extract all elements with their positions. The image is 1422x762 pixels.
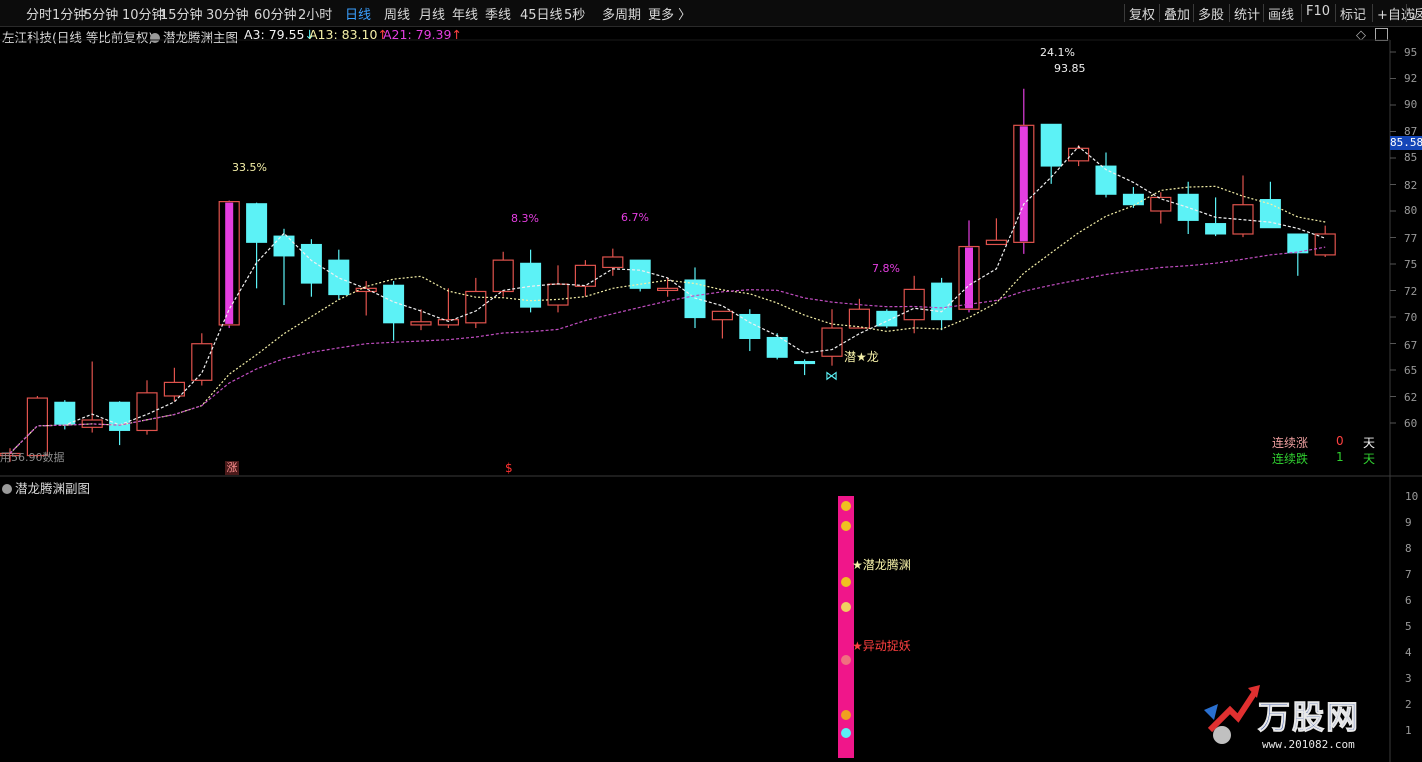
streak-up-count: 0 [1336, 434, 1344, 448]
price-tick-label: 80 [1404, 204, 1418, 217]
candle-body-up [574, 264, 597, 287]
ball-icon [841, 710, 851, 720]
candle-body-down [1095, 165, 1117, 195]
price-tick-label: 90 [1404, 98, 1418, 111]
candle-body-up [903, 288, 925, 321]
sub-tick-label: 7 [1405, 568, 1412, 581]
candle-body-down [109, 401, 131, 431]
fan-icon [841, 655, 851, 665]
streak-down-unit: 天 [1363, 452, 1376, 466]
sub-tick-label: 5 [1405, 620, 1412, 633]
peak2-price-label: 93.85 [1054, 62, 1086, 75]
sub-tick-label: 8 [1405, 542, 1412, 555]
candle-body-down [54, 401, 76, 425]
candle-body-up [656, 287, 679, 292]
candle-body-up [547, 283, 569, 306]
streak-down-count: 1 [1336, 450, 1344, 464]
candle-body-up [711, 310, 734, 321]
butterfly-icon: ⋈ [825, 369, 838, 384]
current-price-tag: 85.58 [1390, 136, 1422, 150]
sub-tick-label: 9 [1405, 516, 1412, 529]
dollar-mark: $ [505, 461, 513, 475]
candle-highlight-bar [225, 202, 234, 324]
ma-fast-line [9, 145, 1326, 454]
price-chart[interactable]: ⋈ [0, 0, 1422, 762]
signal-label: 潜★龙 [844, 350, 879, 364]
butterfly-icon [841, 728, 851, 738]
candle-body-down [328, 259, 350, 296]
pct2-label: 8.3% [511, 212, 539, 225]
pct4-label: 7.8% [872, 262, 900, 275]
price-tick-label: 85 [1404, 151, 1418, 164]
streak-down-label: 连续跌 [1272, 452, 1309, 466]
peak1-pct-label: 33.5% [232, 161, 267, 174]
low-price-label: 用56.90数据 [0, 449, 65, 465]
candle-body-up [821, 327, 843, 357]
candle-highlight-bar [965, 247, 973, 309]
candle-highlight-bar [1019, 126, 1028, 242]
candle-body-up [437, 319, 459, 326]
price-tick-label: 70 [1404, 311, 1418, 324]
price-tick-label: 67 [1404, 339, 1418, 352]
watermark-logo-icon [1200, 680, 1260, 750]
butterfly-icon [841, 521, 851, 531]
candle-body-down [1122, 193, 1144, 206]
sub-tick-label: 1 [1405, 724, 1412, 737]
candle-body-down [1287, 233, 1309, 254]
candle-body-up [492, 259, 514, 293]
sub-tick-label: 10 [1405, 490, 1419, 503]
butterfly-icon [841, 501, 851, 511]
streak-up-unit: 天 [1363, 436, 1376, 450]
candle-body-up [465, 290, 487, 324]
price-tick-label: 92 [1404, 72, 1418, 85]
butterfly-icon [841, 577, 851, 587]
price-tick-label: 72 [1404, 285, 1418, 298]
price-tick-label: 82 [1404, 179, 1418, 192]
money-bag-icon [841, 602, 851, 612]
sub-tick-label: 3 [1405, 672, 1412, 685]
candle-body-up [355, 287, 377, 293]
price-tick-label: 77 [1404, 232, 1418, 245]
candle-body-down [794, 360, 816, 365]
candle-body-up [848, 308, 871, 329]
candle-body-down [931, 282, 953, 321]
pct3-label: 6.7% [621, 211, 649, 224]
zhang-mark: 涨 [225, 461, 239, 475]
candle-body-up [191, 343, 213, 381]
candle-body-down [300, 243, 322, 284]
peak2-pct-label: 24.1% [1040, 46, 1075, 59]
candle-body-down [246, 203, 268, 243]
candle-body-down [684, 279, 706, 319]
sub-tick-label: 2 [1405, 698, 1412, 711]
candle-body-up [1150, 196, 1172, 212]
candle-body-up [985, 239, 1008, 246]
watermark-url: www.201082.com [1262, 738, 1355, 751]
sub-tick-label: 6 [1405, 594, 1412, 607]
candle-body-down [629, 259, 651, 289]
sub-label-qianlong: ★潜龙腾渊 [852, 558, 911, 572]
candle-body-up [410, 321, 432, 326]
streak-up-label: 连续涨 [1272, 436, 1309, 450]
price-tick-label: 62 [1404, 391, 1418, 404]
candle-body-down [1205, 223, 1227, 235]
price-tick-label: 75 [1404, 258, 1418, 271]
price-tick-label: 95 [1404, 46, 1418, 59]
price-tick-label: 65 [1404, 364, 1418, 377]
low-price-value: 56.90 [11, 451, 43, 464]
candle-body-up [1314, 233, 1336, 256]
candle-body-up [602, 256, 624, 269]
price-tick-label: 60 [1404, 417, 1418, 430]
candle-body-down [1259, 199, 1281, 229]
candle-body-down [1040, 123, 1062, 167]
candle-body-down [273, 235, 295, 257]
candle-body-up [26, 397, 48, 457]
ma-mid-line [9, 185, 1326, 454]
sub-tick-label: 4 [1405, 646, 1412, 659]
low-suffix: 数据 [42, 451, 65, 464]
low-prefix: 用 [0, 451, 11, 464]
sub-label-yidong: ★异动捉妖 [852, 639, 911, 653]
watermark-brand: 万股网 [1257, 698, 1361, 737]
